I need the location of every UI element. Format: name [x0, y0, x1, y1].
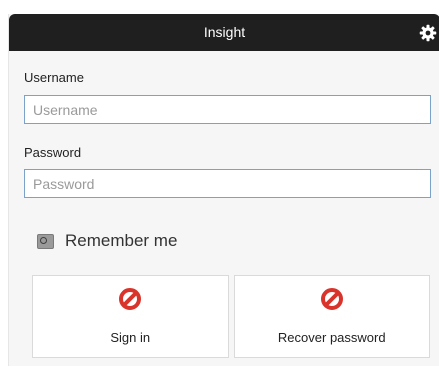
- action-buttons: Sign in Recover password: [32, 275, 430, 358]
- prohibited-icon: [118, 287, 142, 311]
- title-bar: Insight: [9, 14, 439, 51]
- password-label: Password: [24, 145, 82, 160]
- sign-in-button[interactable]: Sign in: [32, 275, 229, 358]
- remember-me-checkbox[interactable]: [37, 233, 54, 249]
- window-title: Insight: [203, 24, 246, 40]
- recover-password-button[interactable]: Recover password: [233, 275, 430, 358]
- recover-password-label: Recover password: [277, 330, 386, 345]
- gear-icon[interactable]: [419, 24, 437, 42]
- remember-me-toggle[interactable]: Remember me: [37, 230, 177, 252]
- password-input[interactable]: [24, 169, 431, 198]
- prohibited-icon: [320, 287, 344, 311]
- username-input[interactable]: [24, 95, 431, 124]
- sign-in-label: Sign in: [110, 330, 151, 345]
- login-window: Insight Username Password: [8, 14, 439, 366]
- remember-me-label: Remember me: [65, 231, 178, 250]
- toggle-knob-icon: [40, 236, 47, 244]
- username-label: Username: [24, 70, 84, 85]
